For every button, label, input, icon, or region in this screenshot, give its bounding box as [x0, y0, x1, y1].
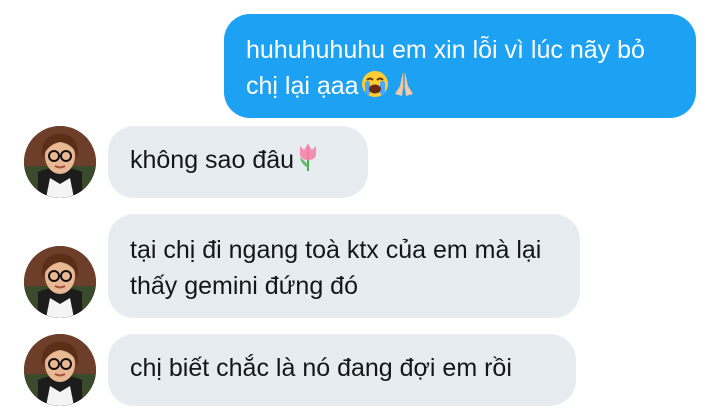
message-text: không sao đâu: [130, 146, 295, 174]
message-text: chị biết chắc là nó đang đợi em rồi: [130, 354, 512, 382]
folded-hands-emoji-icon: [391, 70, 417, 108]
avatar[interactable]: [24, 334, 96, 406]
received-message-bubble[interactable]: chị biết chắc là nó đang đợi em rồi: [108, 334, 576, 406]
avatar[interactable]: [24, 126, 96, 198]
message-text: huhuhuhuhu em xin lỗi vì lúc nãy bỏ chị …: [246, 36, 645, 100]
message-text: tại chị đi ngang toà ktx của em mà lại t…: [130, 236, 542, 300]
conversation-view: huhuhuhuhu em xin lỗi vì lúc nãy bỏ chị …: [0, 0, 720, 413]
tulip-emoji-icon: [296, 142, 320, 182]
avatar[interactable]: [24, 246, 96, 318]
received-message-bubble[interactable]: tại chị đi ngang toà ktx của em mà lại t…: [108, 214, 580, 318]
received-message-bubble[interactable]: không sao đâu: [108, 126, 368, 198]
sent-message-bubble[interactable]: huhuhuhuhu em xin lỗi vì lúc nãy bỏ chị …: [224, 14, 696, 118]
loudly-crying-face-emoji-icon: [361, 70, 389, 108]
